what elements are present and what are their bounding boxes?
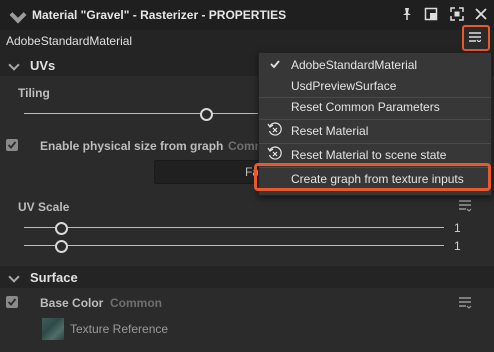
- uv-scale-label: UV Scale: [18, 200, 70, 214]
- checkmark-icon: [270, 60, 280, 69]
- menu-item-reset-material[interactable]: Reset Material: [259, 120, 491, 142]
- menu-item-reset-common-parameters[interactable]: Reset Common Parameters: [259, 96, 491, 118]
- section-header-surface[interactable]: Surface: [0, 266, 494, 288]
- menu-item-adobe-standard-material[interactable]: AdobeStandardMaterial: [259, 54, 491, 76]
- material-menu-button[interactable]: [462, 25, 490, 51]
- uv-scale-slider-2-knob[interactable]: [55, 240, 68, 253]
- menu-item-label: Reset Material to scene state: [291, 148, 447, 162]
- menu-item-label: UsdPreviewSurface: [291, 79, 397, 93]
- physical-size-checkbox[interactable]: [6, 139, 18, 151]
- window-title: Material "Gravel" - Rasterizer - PROPERT…: [32, 8, 287, 22]
- texture-thumbnail[interactable]: [42, 318, 64, 340]
- uv-scale-slider-1-track[interactable]: [24, 227, 444, 228]
- chevron-down-icon: [8, 271, 20, 283]
- tiling-slider-track[interactable]: [24, 113, 262, 114]
- material-type-label: AdobeStandardMaterial: [6, 34, 133, 48]
- base-color-label: Base Color: [40, 296, 104, 310]
- texture-reference-label: Texture Reference: [70, 322, 169, 336]
- chevron-down-icon: [8, 59, 20, 71]
- uv-scale-slider-2-track[interactable]: [24, 245, 444, 246]
- uv-scale-value-2[interactable]: 1: [454, 239, 461, 253]
- hamburger-icon: [469, 32, 481, 42]
- collapse-icon[interactable]: [9, 6, 27, 24]
- tiling-label: Tiling: [18, 86, 50, 100]
- section-title-uvs: UVs: [30, 58, 56, 73]
- menu-item-usd-preview-surface[interactable]: UsdPreviewSurface: [259, 75, 491, 97]
- menu-item-label: AdobeStandardMaterial: [291, 58, 418, 72]
- uv-scale-slider-1-knob[interactable]: [55, 222, 68, 235]
- float-window-icon[interactable]: [424, 7, 438, 21]
- menu-item-label: Reset Material: [291, 124, 369, 138]
- uv-scale-options-icon[interactable]: [458, 199, 472, 213]
- pin-icon[interactable]: [400, 7, 414, 21]
- highlight-outline: [254, 163, 491, 191]
- reset-icon: [267, 122, 282, 136]
- physical-size-label: Enable physical size from graph: [40, 139, 224, 153]
- base-color-checkbox[interactable]: [6, 296, 18, 308]
- base-color-tag: Common: [110, 296, 162, 310]
- close-icon[interactable]: [474, 7, 488, 21]
- base-color-options-icon[interactable]: [458, 296, 472, 310]
- section-title-surface: Surface: [30, 270, 78, 285]
- tiling-slider-knob[interactable]: [200, 108, 213, 121]
- menu-item-label: Reset Common Parameters: [291, 100, 440, 114]
- title-bar: Material "Gravel" - Rasterizer - PROPERT…: [0, 0, 494, 31]
- maximize-icon[interactable]: [450, 7, 464, 21]
- uv-scale-value-1[interactable]: 1: [454, 221, 461, 235]
- reset-icon: [267, 146, 282, 160]
